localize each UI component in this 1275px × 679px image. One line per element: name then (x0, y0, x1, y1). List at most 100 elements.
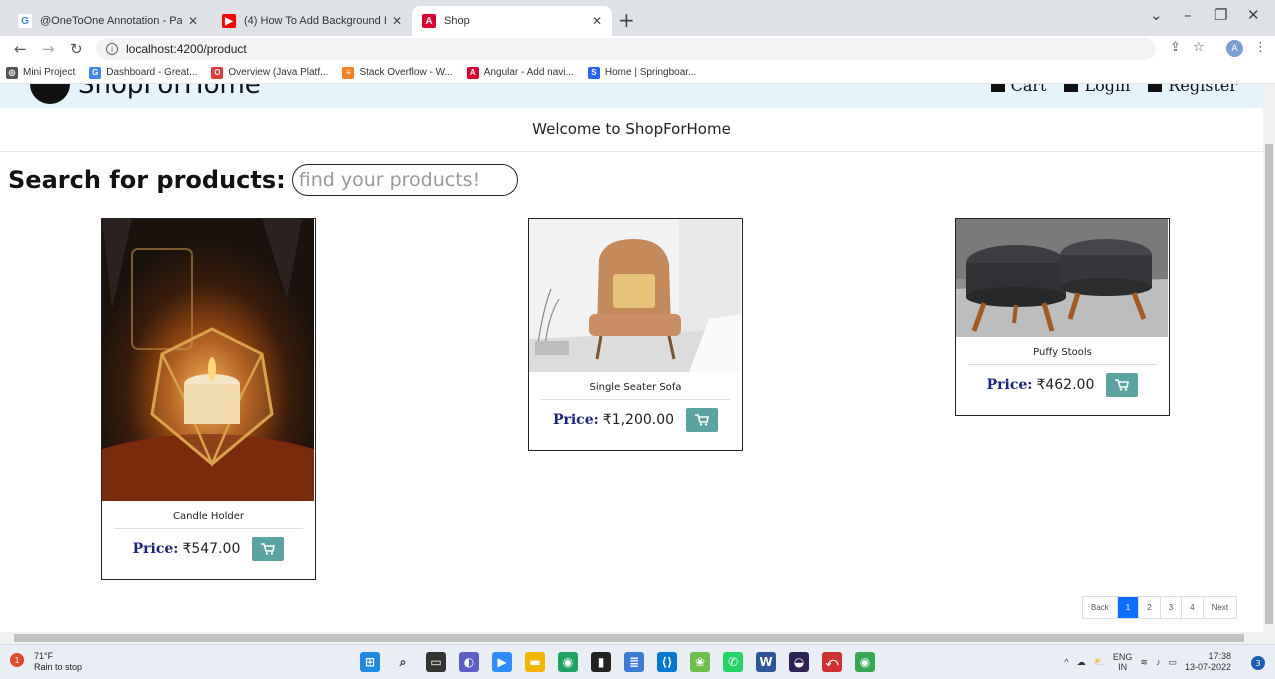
add-to-cart-button[interactable] (686, 408, 719, 432)
weather-temp: 71°F (34, 651, 54, 661)
task-view-icon[interactable]: ▭ (426, 652, 446, 672)
google-icon: G (18, 14, 32, 28)
chrome-active-icon[interactable]: ◉ (855, 652, 875, 672)
bookmark-java-overview[interactable]: O Overview (Java Platf... (211, 66, 328, 79)
bookmark-stackoverflow[interactable]: ≡ Stack Overflow - W... (342, 66, 453, 79)
clock[interactable]: 17:38 13-07-2022 (1185, 651, 1231, 673)
page-3-button[interactable]: 3 (1161, 597, 1183, 618)
tab-youtube[interactable]: ▶ (4) How To Add Background Ima ✕ (212, 6, 412, 36)
bookmark-springboard[interactable]: S Home | Springboar... (587, 66, 696, 79)
new-tab-icon[interactable]: + (618, 8, 635, 32)
product-image[interactable] (529, 219, 742, 372)
notification-badge[interactable]: 3 (1251, 656, 1265, 670)
google-icon: G (89, 66, 102, 79)
page-viewport: ShopForHome Cart Login Register Welcome … (0, 84, 1263, 632)
price-label: Price: (132, 541, 179, 557)
whatsapp-icon[interactable]: ✆ (723, 652, 743, 672)
logo-icon[interactable] (30, 84, 70, 104)
weather-text: Rain to stop (34, 662, 83, 672)
forward-arrow-icon[interactable]: → (42, 40, 55, 58)
notepad-icon[interactable]: ≣ (624, 652, 644, 672)
search-label: Search for products: (8, 166, 286, 194)
close-window-icon[interactable]: ✕ (1247, 6, 1260, 24)
onedrive-icon[interactable]: ⛅ (1094, 657, 1105, 668)
product-image[interactable] (956, 219, 1169, 337)
url-field[interactable]: i localhost:4200/product (96, 38, 1156, 60)
add-to-cart-button[interactable] (252, 537, 285, 561)
close-icon[interactable]: ✕ (592, 14, 602, 28)
page-back-button[interactable]: Back (1083, 597, 1118, 618)
language-indicator[interactable]: ENG IN (1113, 652, 1133, 672)
share-icon[interactable]: ⇪ (1170, 40, 1181, 55)
bookmark-angular[interactable]: A Angular - Add navi... (466, 66, 574, 79)
file-explorer-icon[interactable]: ▬ (525, 652, 545, 672)
tab-annotation[interactable]: G @OneToOne Annotation - Passp ✕ (8, 6, 208, 36)
nav-login-label: Login (1084, 84, 1131, 95)
site-logo-text[interactable]: ShopForHome (78, 84, 261, 100)
cart-icon (990, 84, 1005, 92)
bookmark-star-icon[interactable]: ☆ (1193, 40, 1205, 55)
page-next-button[interactable]: Next (1204, 597, 1236, 618)
weather-alert-badge[interactable]: 1 (10, 653, 24, 667)
zoom-icon[interactable]: ▶ (492, 652, 512, 672)
search-icon[interactable]: ⌕ (393, 652, 413, 672)
vscode-icon[interactable]: ⟨⟩ (657, 652, 677, 672)
profile-avatar[interactable]: A (1226, 40, 1243, 57)
horizontal-scrollbar[interactable] (0, 632, 1275, 644)
info-icon[interactable]: i (106, 43, 118, 55)
restore-icon[interactable]: ❐ (1214, 6, 1227, 24)
cloud-icon[interactable]: ☁ (1077, 657, 1086, 668)
candle-holder-image (102, 219, 314, 501)
tab-title: (4) How To Add Background Ima (244, 15, 386, 27)
price-label: Price: (552, 412, 599, 428)
tab-shop[interactable]: A Shop ✕ (412, 6, 612, 36)
bookmark-dashboard[interactable]: G Dashboard - Great... (89, 66, 198, 79)
acrobat-icon[interactable]: ⤺ (822, 652, 842, 672)
weather-widget[interactable]: 71°F Rain to stop (34, 651, 82, 673)
page-4-button[interactable]: 4 (1182, 597, 1204, 618)
welcome-heading: Welcome to ShopForHome (0, 120, 1263, 152)
bookmark-mini-project[interactable]: ◎ Mini Project (6, 66, 76, 79)
clock-date: 13-07-2022 (1184, 662, 1231, 672)
windows-start-icon[interactable]: ⊞ (360, 652, 380, 672)
teams-chat-icon[interactable]: ◐ (459, 652, 479, 672)
browser-tab-strip: G @OneToOne Annotation - Passp ✕ ▶ (4) H… (0, 0, 1275, 36)
battery-icon[interactable]: ▭ (1168, 657, 1177, 668)
search-input[interactable] (291, 164, 518, 196)
add-to-cart-button[interactable] (1106, 373, 1139, 397)
eclipse-icon[interactable]: ◒ (789, 652, 809, 672)
stackoverflow-icon: ≡ (342, 66, 355, 79)
scroll-thumb[interactable] (14, 634, 1244, 642)
chrome-icon[interactable]: ◉ (558, 652, 578, 672)
bookmark-label: Dashboard - Great... (106, 67, 198, 78)
back-arrow-icon[interactable]: ← (14, 40, 27, 58)
page-1-button[interactable]: 1 (1117, 597, 1140, 618)
close-icon[interactable]: ✕ (188, 14, 198, 28)
minimize-icon[interactable]: – (1184, 6, 1192, 24)
bookmark-label: Mini Project (23, 67, 76, 78)
angular-icon: A (466, 66, 479, 79)
wifi-icon[interactable]: ≋ (1140, 657, 1148, 668)
nav-login-link[interactable]: Login (1064, 84, 1130, 95)
cart-icon (1115, 379, 1130, 391)
page-2-button[interactable]: 2 (1139, 597, 1161, 618)
nav-register-link[interactable]: Register (1148, 84, 1237, 95)
product-image[interactable] (102, 219, 315, 501)
sofa-image (529, 219, 741, 372)
terminal-icon[interactable]: ▮ (591, 652, 611, 672)
nav-cart-label: Cart (1010, 84, 1047, 95)
word-icon[interactable]: W (756, 652, 776, 672)
chevron-up-icon[interactable]: ^ (1064, 657, 1068, 667)
login-icon (1064, 84, 1079, 92)
menu-icon[interactable]: ⋮ (1254, 40, 1267, 55)
nav-cart-link[interactable]: Cart (990, 84, 1047, 95)
spring-tool-icon[interactable]: ❀ (690, 652, 710, 672)
chevron-down-icon[interactable]: ⌄ (1150, 6, 1163, 24)
pagination: Back 1 2 3 4 Next (1082, 596, 1238, 619)
scroll-thumb[interactable] (1265, 144, 1273, 624)
product-name: Puffy Stools (968, 337, 1157, 365)
close-icon[interactable]: ✕ (392, 14, 402, 28)
vertical-scrollbar[interactable] (1263, 84, 1275, 632)
reload-icon[interactable]: ↻ (70, 40, 83, 58)
volume-icon[interactable]: ♪ (1156, 657, 1161, 667)
